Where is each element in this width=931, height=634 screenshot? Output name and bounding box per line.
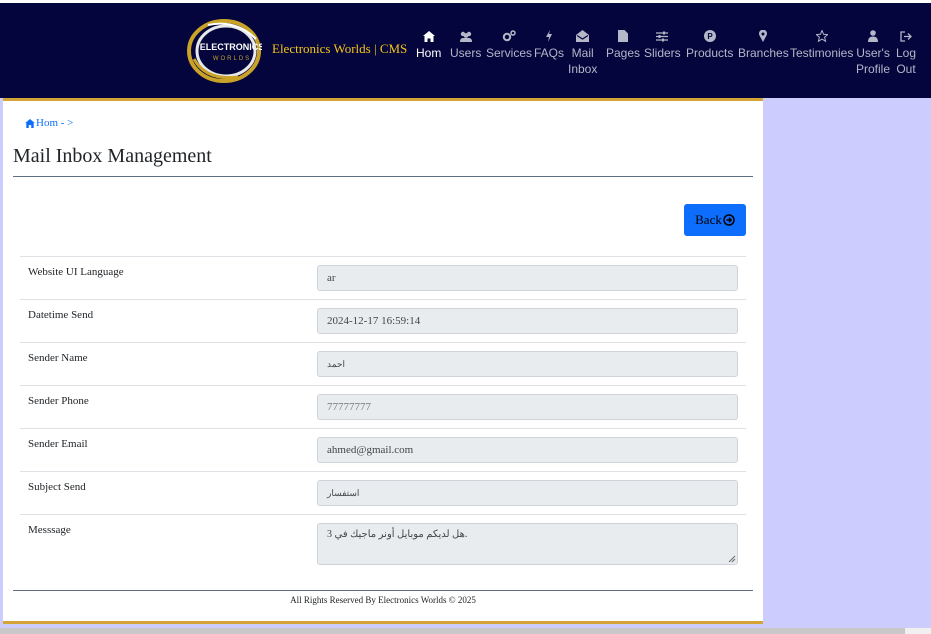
nav-label: User's [856,46,890,60]
nav-services[interactable]: Services [486,27,532,61]
field-label: Subject Send [28,481,86,493]
field-label: Sender Email [28,438,88,450]
language-input[interactable]: ar [317,265,738,291]
star-icon [815,27,828,45]
nav-label: Pages [606,46,641,60]
envelope-open-icon [576,27,590,45]
svg-text:P: P [707,32,713,41]
content-panel: Hom - > Mail Inbox Management Back Websi… [3,101,763,621]
field-label: Messsage [28,524,71,536]
nav-users[interactable]: Users [450,27,481,61]
sender-email-input[interactable]: ahmed@gmail.com [317,437,738,463]
accent-line-bottom [3,621,763,624]
logo-text-line1: ELECTRONICS [200,42,262,52]
sender-name-input[interactable]: احمد [317,351,738,377]
sliders-icon [656,27,669,45]
title-divider [13,176,753,177]
nav-label: Log [896,46,917,60]
field-label: Sender Phone [28,395,89,407]
nav-label: Products [686,46,734,60]
brand-logo[interactable]: ELECTRONICS WORLDS [186,19,264,83]
back-button-label: Back [695,212,722,227]
nav-label: Services [486,46,533,60]
subject-input[interactable]: استفسار [317,480,738,506]
arrow-circle-right-icon [723,214,735,226]
navbar: ELECTRONICS WORLDS Electronics Worlds | … [0,3,931,98]
field-row-sender-phone: Sender Phone 77777777 [20,385,746,428]
back-button[interactable]: Back [684,204,746,236]
bolt-icon [545,27,553,45]
footer-copyright: All Rights Reserved By Electronics World… [290,595,476,605]
nav-label-line2: Inbox [568,62,598,76]
breadcrumb-label: Hom - > [36,117,74,129]
nav-home[interactable]: Hom [416,27,441,61]
nav-label: Users [450,46,482,60]
footer-divider [13,590,753,591]
field-row-language: Website UI Language ar [20,256,746,299]
home-icon [422,27,435,45]
map-pin-icon [759,27,768,45]
nav-label: Mail [571,46,594,60]
sender-phone-input[interactable]: 77777777 [317,394,738,420]
nav-label-line2: Profile [856,62,891,76]
nav-label: FAQs [534,46,565,60]
field-row-message: Messsage هل لديكم موبايل أونر ماجيك في 3… [20,514,746,578]
nav-label: Sliders [644,46,681,60]
field-label: Datetime Send [28,309,94,321]
field-row-sender-name: Sender Name احمد [20,342,746,385]
nav-faqs[interactable]: FAQs [534,27,564,61]
home-icon [25,118,35,128]
field-label: Website UI Language [28,266,124,278]
field-row-sender-email: Sender Email ahmed@gmail.com [20,428,746,471]
logout-icon [900,27,912,45]
product-icon: P [703,27,716,45]
file-icon [618,27,629,45]
nav-label: Branches [738,46,789,60]
nav-logout[interactable]: Log Out [896,27,916,77]
nav-sliders[interactable]: Sliders [644,27,681,61]
nav-testimonies[interactable]: Testimonies [790,27,853,61]
nav-label-line2: Out [896,62,916,76]
datetime-input[interactable]: 2024-12-17 16:59:14 [317,308,738,334]
horizontal-scrollbar[interactable] [0,628,931,634]
nav-label: Testimonies [790,46,854,60]
scrollbar-arrow-right[interactable] [905,628,931,634]
field-label: Sender Name [28,352,88,364]
nav-label: Hom [416,46,442,60]
field-row-subject: Subject Send استفسار [20,471,746,514]
breadcrumb-home[interactable]: Hom - > [25,117,73,129]
message-text: هل لديكم موبايل أونر ماجيك في 3. [327,529,468,540]
user-icon [868,27,878,45]
nav-branches[interactable]: Branches [738,27,789,61]
nav-products[interactable]: P Products [686,27,733,61]
nav-pages[interactable]: Pages [606,27,640,61]
users-icon [459,27,473,45]
logo-text-line2: WORLDS [213,56,251,62]
page-title: Mail Inbox Management [13,145,212,167]
cogs-icon [502,27,516,45]
nav-user-profile[interactable]: User's Profile [856,27,890,77]
nav-mail-inbox[interactable]: Mail Inbox [568,27,597,77]
brand-name[interactable]: Electronics Worlds | CMS [272,41,407,57]
message-textarea[interactable]: هل لديكم موبايل أونر ماجيك في 3. [317,523,738,565]
resize-grip-icon[interactable] [728,555,736,563]
field-row-datetime: Datetime Send 2024-12-17 16:59:14 [20,299,746,342]
